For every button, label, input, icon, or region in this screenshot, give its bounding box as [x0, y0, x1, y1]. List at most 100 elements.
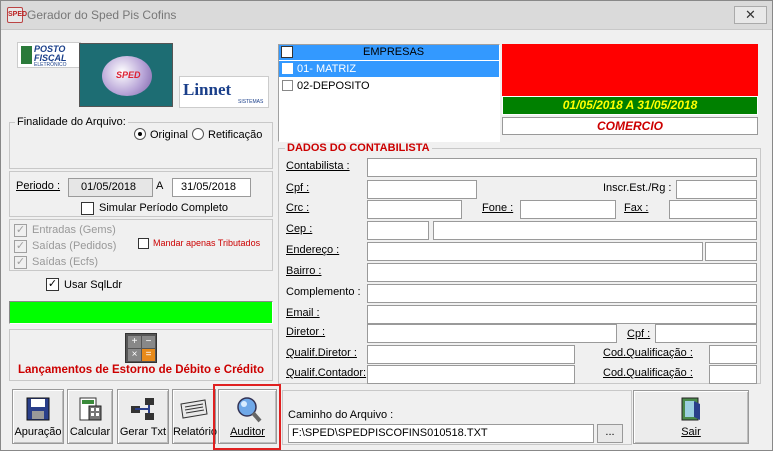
cod-qualif2-field[interactable]: [709, 365, 757, 384]
qualif-contador-field[interactable]: [367, 365, 575, 384]
sped-logo: SPED: [79, 43, 173, 107]
gerar-txt-label: Gerar Txt: [119, 426, 167, 438]
fax-field[interactable]: [669, 200, 757, 219]
periodo-end-field[interactable]: 31/05/2018: [172, 178, 251, 197]
apuracao-button[interactable]: Apuração: [12, 389, 64, 444]
fax-label: Fax :: [624, 202, 649, 214]
cep-label: Cep :: [286, 223, 313, 235]
sqlldr-checkbox[interactable]: ✓: [46, 278, 59, 291]
empresa-deposito-checkbox[interactable]: [282, 80, 293, 91]
empresa-item-deposito[interactable]: 02-DEPOSITO: [279, 78, 499, 94]
qualif-diretor-field[interactable]: [367, 345, 575, 364]
posto-fiscal-mark-icon: [21, 46, 32, 64]
app-icon: SPED: [7, 7, 27, 23]
calculator-sheet-icon: [79, 397, 102, 421]
diretor-label: Diretor :: [286, 326, 326, 338]
title-bar: SPED Gerador do Sped Pis Cofins ✕: [1, 1, 772, 30]
caminho-field[interactable]: F:\SPED\SPEDPISCOFINS010518.TXT: [288, 424, 594, 443]
entradas-checkbox[interactable]: ✓: [14, 224, 27, 237]
entradas-label[interactable]: Entradas (Gems): [32, 224, 116, 236]
radio-original-label[interactable]: Original: [150, 129, 188, 141]
status-red-block: [502, 44, 758, 96]
saidas-pedidos-label[interactable]: Saídas (Pedidos): [32, 240, 116, 252]
sped-logo-text: SPED: [116, 70, 141, 80]
empresa-matriz-label: 01- MATRIZ: [297, 63, 357, 75]
cod-qualif-label: Cod.Qualificação :: [603, 347, 693, 359]
finalidade-group: Finalidade do Arquivo: Original Retifica…: [9, 116, 273, 169]
linnet-logo: Linnet SISTEMAS: [179, 76, 269, 108]
radio-retificacao-label[interactable]: Retificação: [208, 129, 262, 141]
finalidade-title: Finalidade do Arquivo:: [15, 116, 128, 128]
qualif-contador-label: Qualif.Contador:: [286, 367, 367, 379]
crc-label: Crc :: [286, 202, 310, 214]
cpf-label: Cpf :: [286, 182, 310, 194]
contabilista-field[interactable]: [367, 158, 757, 177]
linnet-logo-text: Linnet: [183, 80, 232, 99]
cpf-field[interactable]: [367, 180, 477, 199]
cep-lookup-field[interactable]: [433, 221, 757, 240]
bairro-field[interactable]: [367, 263, 757, 282]
saidas-ecfs-label[interactable]: Saídas (Ecfs): [32, 256, 98, 268]
empresa-matriz-checkbox[interactable]: [282, 63, 293, 74]
crc-field[interactable]: [367, 200, 462, 219]
cpf2-field[interactable]: [655, 324, 757, 343]
close-button[interactable]: ✕: [734, 6, 767, 24]
complemento-label: Complemento :: [286, 286, 361, 298]
posto-fiscal-logo: POSTO FISCAL ELETRÔNICO: [17, 42, 81, 68]
estorno-panel[interactable]: + − × = Lançamentos de Estorno de Débito…: [9, 329, 273, 381]
empresas-header-label: EMPRESAS: [363, 46, 425, 58]
close-icon: ✕: [745, 7, 756, 22]
email-label: Email :: [286, 307, 320, 319]
saidas-ecfs-checkbox[interactable]: ✓: [14, 256, 27, 269]
calcular-button[interactable]: Calcular: [67, 389, 113, 444]
periodo-label: Periodo :: [16, 180, 61, 192]
mandar-tributados-label[interactable]: Mandar apenas Tributados: [153, 238, 260, 248]
logo-area: POSTO FISCAL ELETRÔNICO SPED Linnet SIST…: [9, 40, 273, 113]
diretor-field[interactable]: [367, 324, 617, 343]
relatorio-label: Relatório: [173, 426, 218, 438]
endereco-field[interactable]: [367, 242, 703, 261]
caminho-panel: Caminho do Arquivo : F:\SPED\SPEDPISCOFI…: [282, 390, 632, 445]
browse-button[interactable]: ...: [597, 424, 623, 443]
periodo-start-field[interactable]: 01/05/2018: [68, 178, 153, 197]
status-period-bar: 01/05/2018 A 31/05/2018: [502, 96, 758, 115]
simular-checkbox[interactable]: [81, 202, 94, 215]
empresas-header: EMPRESAS: [279, 45, 499, 60]
complemento-field[interactable]: [367, 284, 757, 303]
sqlldr-label[interactable]: Usar SqlLdr: [64, 279, 122, 291]
numero-field[interactable]: [705, 242, 757, 261]
main-window: SPED Gerador do Sped Pis Cofins ✕ POSTO …: [0, 0, 773, 451]
saidas-pedidos-checkbox[interactable]: ✓: [14, 240, 27, 253]
empresas-select-all-checkbox[interactable]: [281, 46, 293, 58]
linnet-sub: SISTEMAS: [238, 99, 264, 105]
bairro-label: Bairro :: [286, 265, 322, 277]
apuracao-label: Apuração: [14, 426, 62, 438]
fone-field[interactable]: [520, 200, 616, 219]
mandar-tributados-checkbox[interactable]: [138, 238, 149, 249]
cep-field[interactable]: [367, 221, 429, 240]
empresa-item-matriz[interactable]: 01- MATRIZ: [279, 61, 499, 77]
report-icon: [180, 399, 208, 419]
cod-qualif-field[interactable]: [709, 345, 757, 364]
radio-original[interactable]: [134, 128, 146, 140]
status-period-text: 01/05/2018 A 31/05/2018: [562, 98, 698, 112]
radio-retificacao[interactable]: [192, 128, 204, 140]
periodo-panel: Periodo : 01/05/2018 A 31/05/2018 Simula…: [9, 171, 273, 217]
inscr-field[interactable]: [676, 180, 757, 199]
qualif-diretor-label: Qualif.Diretor :: [286, 347, 357, 359]
posto-fiscal-sub: ELETRÔNICO: [34, 62, 67, 68]
simular-label[interactable]: Simular Período Completo: [99, 202, 228, 214]
cod-qualif2-label: Cod.Qualificação :: [603, 367, 693, 379]
relatorio-button[interactable]: Relatório: [172, 389, 218, 444]
contabilista-label: Contabilista :: [286, 160, 350, 172]
inscr-label: Inscr.Est./Rg :: [603, 182, 672, 194]
cpf2-label: Cpf :: [627, 328, 651, 340]
estorno-label[interactable]: Lançamentos de Estorno de Débito e Crédi…: [18, 364, 264, 376]
network-tree-icon: [131, 398, 154, 420]
periodo-separator: A: [156, 180, 164, 192]
gerar-txt-button[interactable]: Gerar Txt: [117, 389, 169, 444]
email-field[interactable]: [367, 305, 757, 324]
status-type-box: COMERCIO: [502, 117, 758, 135]
contabilista-title: DADOS DO CONTABILISTA: [285, 142, 432, 154]
sair-button[interactable]: Sair: [633, 390, 749, 444]
